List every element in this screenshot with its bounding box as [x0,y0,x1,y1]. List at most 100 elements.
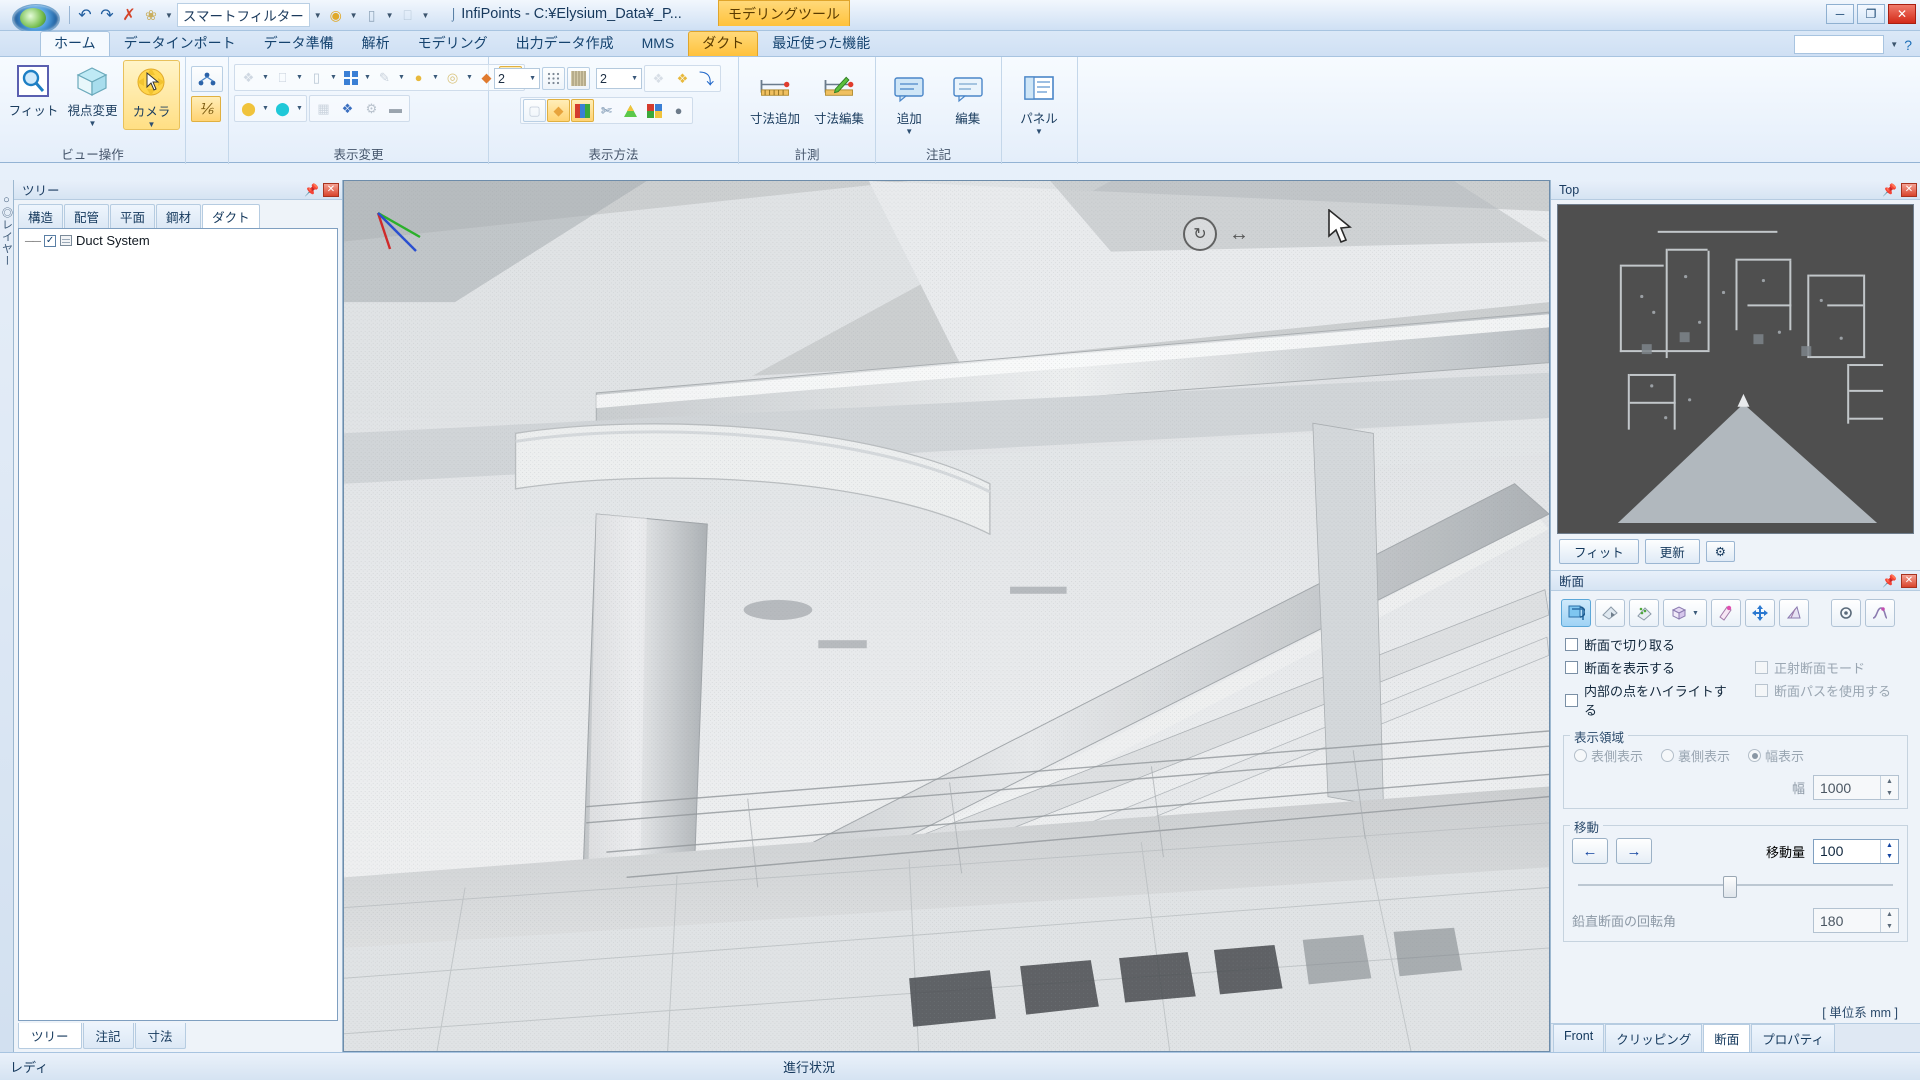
section-curve-button[interactable] [1865,599,1895,627]
bottom-tab-dimension[interactable]: 寸法 [134,1023,186,1049]
chevron-down-icon[interactable]: ▼ [1035,128,1043,136]
move-amount-spin-arrows[interactable]: ▲ ▼ [1880,839,1898,863]
pin-icon[interactable]: 📌 [300,183,323,197]
point-cloud-3d-view[interactable]: ↻ ↔ [343,180,1550,1052]
viewport-nav-controls[interactable]: ↻ ↔ [1183,217,1249,251]
chevron-down-icon[interactable]: ▼ [905,128,913,136]
tree-view[interactable]: ── ✓ Duct System [18,228,338,1021]
section-highlight-checkbox-row[interactable]: 内部の点をハイライトする [1551,679,1741,721]
contextual-tab-label[interactable]: モデリングツール [718,0,850,26]
bottom-tab-tree[interactable]: ツリー [18,1023,82,1049]
tab-duct[interactable]: ダクト [688,31,759,56]
mesh-outline-icon[interactable]: ⎕ [271,66,294,89]
section-plane-button[interactable] [1779,599,1809,627]
point-size-combo[interactable]: 2 ▼ [494,68,540,89]
radio-width-display[interactable]: 幅表示 [1748,746,1804,765]
tree-item-duct-system[interactable]: ── ✓ Duct System [19,229,337,252]
chevron-down-icon[interactable]: ▼ [163,11,175,20]
radio-back-side[interactable]: 裏側表示 [1661,746,1730,765]
dimension-add-button[interactable]: 寸法追加 [744,68,806,127]
chevron-down-icon[interactable]: ▼ [148,121,156,129]
smart-filter-label[interactable]: スマートフィルター [176,3,310,27]
chevron-down-icon[interactable]: ▼ [631,75,638,82]
section-highlight-checkbox[interactable] [1565,693,1578,707]
move-slider-thumb[interactable] [1722,876,1737,898]
dock-tab-properties[interactable]: プロパティ [1751,1024,1835,1052]
minimap-refresh-button[interactable]: 更新 [1644,539,1700,564]
viewpoint-change-button[interactable]: 視点変更 ▼ [64,60,121,128]
radio-front-side[interactable]: 表側表示 [1574,746,1643,765]
radio-width-display-dot[interactable] [1748,749,1762,762]
chevron-down-icon[interactable]: ▼ [465,74,474,81]
pan-icon[interactable]: ↔ [1229,223,1249,246]
top-view-minimap[interactable] [1557,204,1914,534]
texture-icon[interactable]: ▬ [384,97,407,120]
pin-icon[interactable]: 📌 [1878,574,1901,588]
close-icon[interactable]: ✕ [1901,573,1917,588]
pen-icon[interactable]: ✎ [373,66,396,89]
stripe-icon[interactable] [567,67,590,90]
tab-output-data[interactable]: 出力データ作成 [502,31,628,56]
note-add-button[interactable]: 追加 ▼ [881,68,938,136]
width-spin-arrows[interactable]: ▲ ▼ [1880,776,1898,799]
tab-analysis[interactable]: 解析 [348,31,404,56]
section-box-button[interactable]: ▼ [1663,599,1707,627]
chevron-down-icon-4[interactable]: ▼ [420,11,432,20]
gear-icon[interactable]: ⚙ [360,97,383,120]
tree-item-checkbox[interactable]: ✓ [44,234,57,247]
maximize-button[interactable]: ❐ [1857,4,1885,24]
chevron-down-icon[interactable]: ▼ [1692,610,1699,617]
chevron-down-icon[interactable]: ▼ [89,120,97,128]
gradient-triangle-icon[interactable] [619,99,642,122]
chevron-down-icon[interactable]: ▼ [363,74,372,81]
pin-icon[interactable]: 📌 [1878,183,1901,197]
tree-tab-piping[interactable]: 配管 [64,204,110,228]
close-button[interactable]: ✕ [1888,4,1916,24]
dock-tab-front[interactable]: Front [1553,1024,1605,1052]
chevron-down-icon[interactable]: ▼ [261,74,270,81]
rotation-spinner[interactable]: 180 ▲ ▼ [1813,908,1899,933]
undo-icon[interactable]: ↶ [75,5,95,25]
ribbon-search-chevron-icon[interactable]: ▼ [1888,40,1900,49]
spin-down-icon[interactable]: ▼ [1881,851,1898,863]
chevron-down-icon[interactable]: ▼ [261,105,270,112]
help-icon[interactable]: ? [1904,37,1912,53]
section-show-checkbox-row[interactable]: 断面を表示する [1551,656,1741,679]
dimension-edit-button[interactable]: 寸法編集 [808,68,870,127]
tab-recent-functions[interactable]: 最近使った機能 [758,31,884,56]
tab-home[interactable]: ホーム [40,31,110,56]
radio-front-side-dot[interactable] [1574,749,1587,762]
color-grid-icon[interactable] [643,99,666,122]
spin-up-icon[interactable]: ▲ [1881,840,1898,852]
section-brush-button[interactable] [1711,599,1741,627]
lod-combo[interactable]: 2 ▼ [596,68,642,89]
spin-down-icon[interactable]: ▼ [1881,921,1898,933]
tree-tab-plane[interactable]: 平面 [110,204,156,228]
section-clip-checkbox[interactable] [1565,638,1578,651]
cyan-sphere-icon[interactable]: ⬤ [271,97,294,120]
minimap-fit-button[interactable]: フィット [1559,539,1639,564]
chevron-down-icon[interactable]: ▼ [295,105,304,112]
grid-blue-icon[interactable] [339,66,362,89]
layer-side-strip[interactable]: ○◎レイヤー [0,180,14,1052]
pick-point-icon[interactable]: ⤵ [695,67,718,90]
dock-tab-clipping[interactable]: クリッピング [1605,1024,1703,1052]
section-show-checkbox[interactable] [1565,661,1578,674]
rotation-spin-arrows[interactable]: ▲ ▼ [1880,909,1898,932]
chevron-down-icon-3[interactable]: ▼ [384,11,396,20]
radio-back-side-dot[interactable] [1661,749,1675,762]
cross-section-tool-icon[interactable] [191,66,223,92]
scissors-icon[interactable]: ✄ [595,99,618,122]
close-icon[interactable]: ✕ [323,182,339,197]
z-axis-tool-icon[interactable]: ⅙ [191,96,221,122]
move-right-button[interactable]: → [1616,838,1652,864]
chevron-down-icon[interactable]: ▼ [329,74,338,81]
person-marker-icon[interactable]: ❖ [336,97,359,120]
sphere-yellow-icon[interactable]: ● [407,66,430,89]
panel-button[interactable]: パネル ▼ [1007,68,1071,136]
shape-icon[interactable]: ⎕ [398,5,418,25]
smart-filter-chevron-icon[interactable]: ▼ [312,11,324,20]
camera-button[interactable]: カメラ ▼ [122,60,180,130]
tab-mms[interactable]: MMS [628,31,689,56]
tab-modeling[interactable]: モデリング [404,31,502,56]
